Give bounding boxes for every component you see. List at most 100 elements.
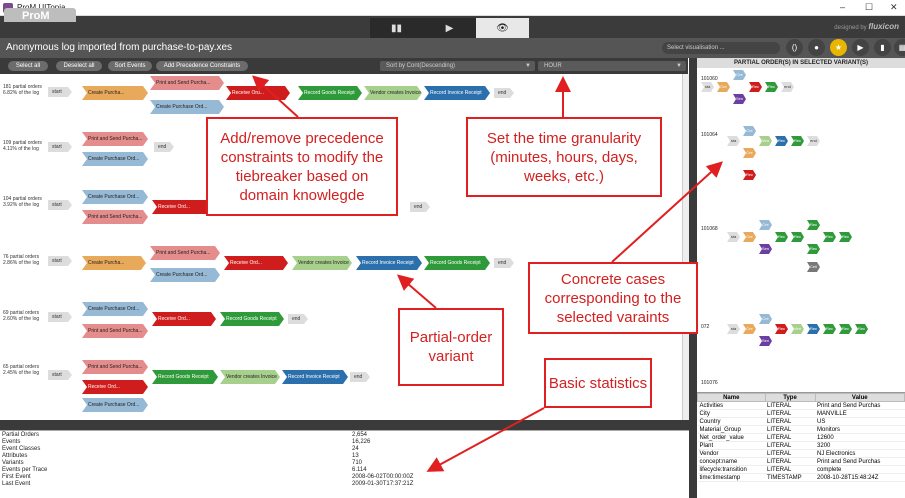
mini-node: end (807, 136, 820, 146)
stat-row: Last Event 2009-01-30T17:37:21Z (2, 481, 414, 487)
end-node: end (410, 202, 430, 212)
mini-node: Cre (733, 70, 746, 80)
variant-info: 76 partial orders 2.86% of the log (3, 254, 40, 266)
case-id: 101064 (701, 132, 718, 138)
tab-actions[interactable]: ▶ (423, 18, 476, 38)
activity-node: Receive Ord... (226, 86, 290, 100)
mini-node: Rec (855, 324, 868, 334)
drop-icon[interactable]: ● (808, 39, 825, 56)
workspace-icon: ▮▮ (390, 22, 402, 34)
activity-node: Print and Send Purcha... (150, 76, 224, 90)
table-row: Plant LITERAL 3200 (697, 441, 905, 450)
start-node: start (48, 87, 72, 97)
activity-node: Print and Send Purcha... (82, 210, 148, 224)
callout-variant: Partial-order variant (398, 308, 504, 386)
add-constraints-button[interactable]: Add Precedence Constraints (156, 61, 248, 71)
activity-node: Vendor creates Invoice (220, 370, 280, 384)
table-row: City LITERAL MANVILLE (697, 409, 905, 418)
table-row: Material_Group LITERAL Monitors (697, 425, 905, 434)
mini-node: Cre (759, 220, 772, 230)
deselect-all-button[interactable]: Deselect all (56, 61, 102, 71)
activity-node: Record Goods Receipt (424, 256, 490, 270)
mini-node: sta (701, 82, 714, 92)
activity-node: Record Invoice Receipt (424, 86, 490, 100)
vertical-scrollbar[interactable] (682, 74, 689, 420)
table-row: Vendor LITERAL NJ Electronics (697, 449, 905, 458)
stat-row: Events 16,226 (2, 439, 371, 445)
brand-credit: designed by fluxicon (834, 22, 899, 31)
play-action-icon[interactable]: ▶ (852, 39, 869, 56)
sort-by-select[interactable]: Sort by Cont(Descending) ▼ (380, 61, 535, 71)
activity-node: Create Purcha... (82, 86, 148, 100)
visualisation-select[interactable]: Select visualisation ... (662, 42, 780, 54)
variant-info: 104 partial orders 3.92% of the log (3, 196, 42, 208)
mini-node: Rec (765, 82, 778, 92)
select-all-button[interactable]: Select all (8, 61, 48, 71)
start-node: start (48, 256, 72, 266)
variant-info: 181 partial orders 6.82% of the log (3, 84, 42, 96)
maximize-button[interactable]: ☐ (865, 2, 873, 13)
close-button[interactable]: ✕ (890, 2, 898, 13)
activity-node: Create Purchase Ord... (82, 152, 148, 166)
mini-node: Sen (759, 244, 772, 254)
activity-node: Print and Send Purcha... (82, 324, 148, 338)
end-node: end (494, 88, 514, 98)
stat-row: Variants 710 (2, 460, 363, 466)
mini-node: Cre (743, 148, 756, 158)
mini-node: Rec (823, 324, 836, 334)
sort-events-button[interactable]: Sort Events (108, 61, 152, 71)
star-icon[interactable]: ★ (830, 39, 847, 56)
callout-stats: Basic statistics (544, 358, 652, 408)
mini-node: Rec (791, 136, 804, 146)
mini-node: sta (727, 136, 740, 146)
mini-node: sta (727, 324, 740, 334)
activity-node: Print and Send Purcha... (82, 360, 148, 374)
end-node: end (288, 314, 308, 324)
activity-node: Create Purchase Ord... (150, 268, 220, 282)
activity-node: Record Invoice Receipt (356, 256, 422, 270)
activity-node: Receive Ord... (82, 380, 148, 394)
mini-node: Ven (791, 324, 804, 334)
table-row: concept:name LITERAL Print and Send Purcha… (697, 457, 905, 466)
grid-icon[interactable]: ▦ (894, 39, 905, 56)
table-row: lifecycle:transition LITERAL complete (697, 465, 905, 474)
chevron-down-icon: ▼ (525, 63, 531, 69)
activity-node: Record Goods Receipt (220, 312, 284, 326)
info-icon[interactable]: () (786, 39, 803, 56)
mini-node: Rec (775, 324, 788, 334)
stat-row: Events per Trace 6.114 (2, 467, 367, 473)
attributes-table[interactable]: Name Type Value Activities LITERAL Print a… (697, 392, 905, 498)
cases-pane[interactable]: 101060 sta Cre Cre Sen Rec Rec end 10106… (697, 68, 905, 388)
cases-heading: PARTIAL ORDER(S) IN SELECTED VARIANT(S) (697, 58, 905, 68)
activity-node: Vendor creates Invoice (292, 256, 352, 270)
mini-node: Rec (791, 232, 804, 242)
start-node: start (48, 200, 72, 210)
mini-node: Rec (775, 232, 788, 242)
minimize-button[interactable]: – (840, 2, 845, 12)
variant-info: 109 partial orders 4.11% of the log (3, 140, 42, 152)
table-row: time:timestamp TIMESTAMP 2008-10-28T15:48:… (697, 473, 905, 482)
case-id: 101060 (701, 76, 718, 82)
play-icon: ▶ (445, 22, 454, 34)
mini-node: Rec (749, 82, 762, 92)
mini-node: Rec (807, 244, 820, 254)
activity-node: Vendor creates Invoice (364, 86, 422, 100)
activity-node: Record Goods Receipt (152, 370, 218, 384)
activity-node: Create Purchase Ord... (150, 100, 224, 114)
mini-node: Rec (807, 324, 820, 334)
stat-row: Event Classes 24 (2, 446, 359, 452)
mini-node: sta (727, 232, 740, 242)
copy-icon[interactable]: ▮ (874, 39, 891, 56)
stat-row: Attributes 13 (2, 453, 359, 459)
stat-row: First Event 2008-06-02T00:00:00Z (2, 474, 414, 480)
horizontal-scrollbar[interactable] (0, 420, 689, 430)
granularity-select[interactable]: HOUR ▼ (538, 61, 686, 71)
tab-workspace[interactable]: ▮▮ (370, 18, 423, 38)
activity-node: Create Purchase Ord... (82, 302, 148, 316)
activity-node: Receive Ord... (152, 312, 216, 326)
eye-icon: 👁 (496, 22, 509, 34)
tab-views[interactable]: 👁 (476, 18, 529, 38)
case-id: 101076 (701, 380, 718, 386)
column-header: Type (764, 393, 816, 402)
view-tabs: ▮▮ ▶ 👁 (370, 18, 529, 38)
